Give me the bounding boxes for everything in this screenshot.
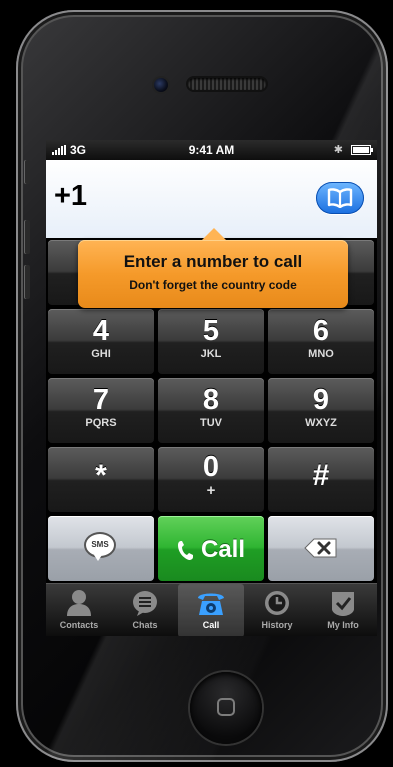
home-square-icon — [217, 698, 235, 716]
hint-tooltip: Enter a number to call Don't forget the … — [78, 228, 348, 308]
book-icon — [327, 188, 353, 208]
call-button[interactable]: Call — [158, 516, 264, 581]
chat-bubble-icon — [133, 591, 157, 616]
phone-handset-icon — [177, 541, 193, 560]
tab-history[interactable]: History — [244, 584, 310, 636]
phone-screen: 3G 9:41 AM ✱ +1 4 GHI 5 JKL 6 MNO 7 PQRS… — [46, 140, 377, 636]
key-6[interactable]: 6 MNO — [268, 309, 374, 374]
tab-call[interactable]: Call — [178, 584, 244, 636]
sms-button[interactable]: SMS — [48, 516, 154, 581]
tooltip-title: Enter a number to call — [123, 252, 303, 271]
backspace-button[interactable] — [268, 516, 374, 581]
status-time: 9:41 AM — [188, 143, 235, 157]
person-icon — [67, 590, 91, 616]
sms-bubble-icon: SMS — [86, 534, 114, 561]
key-0[interactable]: 0 + — [158, 447, 264, 512]
key-8[interactable]: 8 TUV — [158, 378, 264, 443]
key-7[interactable]: 7 PQRS — [48, 378, 154, 443]
call-label: Call — [200, 536, 245, 563]
clock-icon — [265, 591, 289, 615]
status-bar: 3G 9:41 AM ✱ — [46, 140, 377, 160]
dialed-number[interactable]: +1 — [54, 180, 87, 213]
tab-contacts[interactable]: Contacts — [46, 584, 112, 636]
tab-bar: Contacts Chats Call History My Info — [46, 583, 377, 636]
tab-chats[interactable]: Chats — [112, 584, 178, 636]
key-5[interactable]: 5 JKL — [158, 309, 264, 374]
address-book-button[interactable] — [316, 182, 364, 214]
mute-switch — [24, 160, 30, 184]
key-4[interactable]: 4 GHI — [48, 309, 154, 374]
front-camera — [154, 78, 168, 92]
dial-keypad: 4 GHI 5 JKL 6 MNO 7 PQRS 8 TUV 9 WXYZ * … — [46, 228, 377, 583]
info-icon — [332, 592, 354, 616]
rotary-phone-icon — [198, 593, 224, 615]
key-9[interactable]: 9 WXYZ — [268, 378, 374, 443]
earpiece-speaker — [188, 78, 266, 90]
key-star[interactable]: * — [48, 447, 154, 512]
backspace-icon — [304, 538, 337, 558]
key-hash[interactable]: # — [268, 447, 374, 512]
volume-down-button — [24, 265, 30, 299]
volume-up-button — [24, 220, 30, 254]
battery-icon — [351, 144, 373, 155]
tab-my-info[interactable]: My Info — [310, 584, 376, 636]
tooltip-subtitle: Don't forget the country code — [129, 278, 297, 292]
bluetooth-icon: ✱ — [333, 144, 343, 156]
